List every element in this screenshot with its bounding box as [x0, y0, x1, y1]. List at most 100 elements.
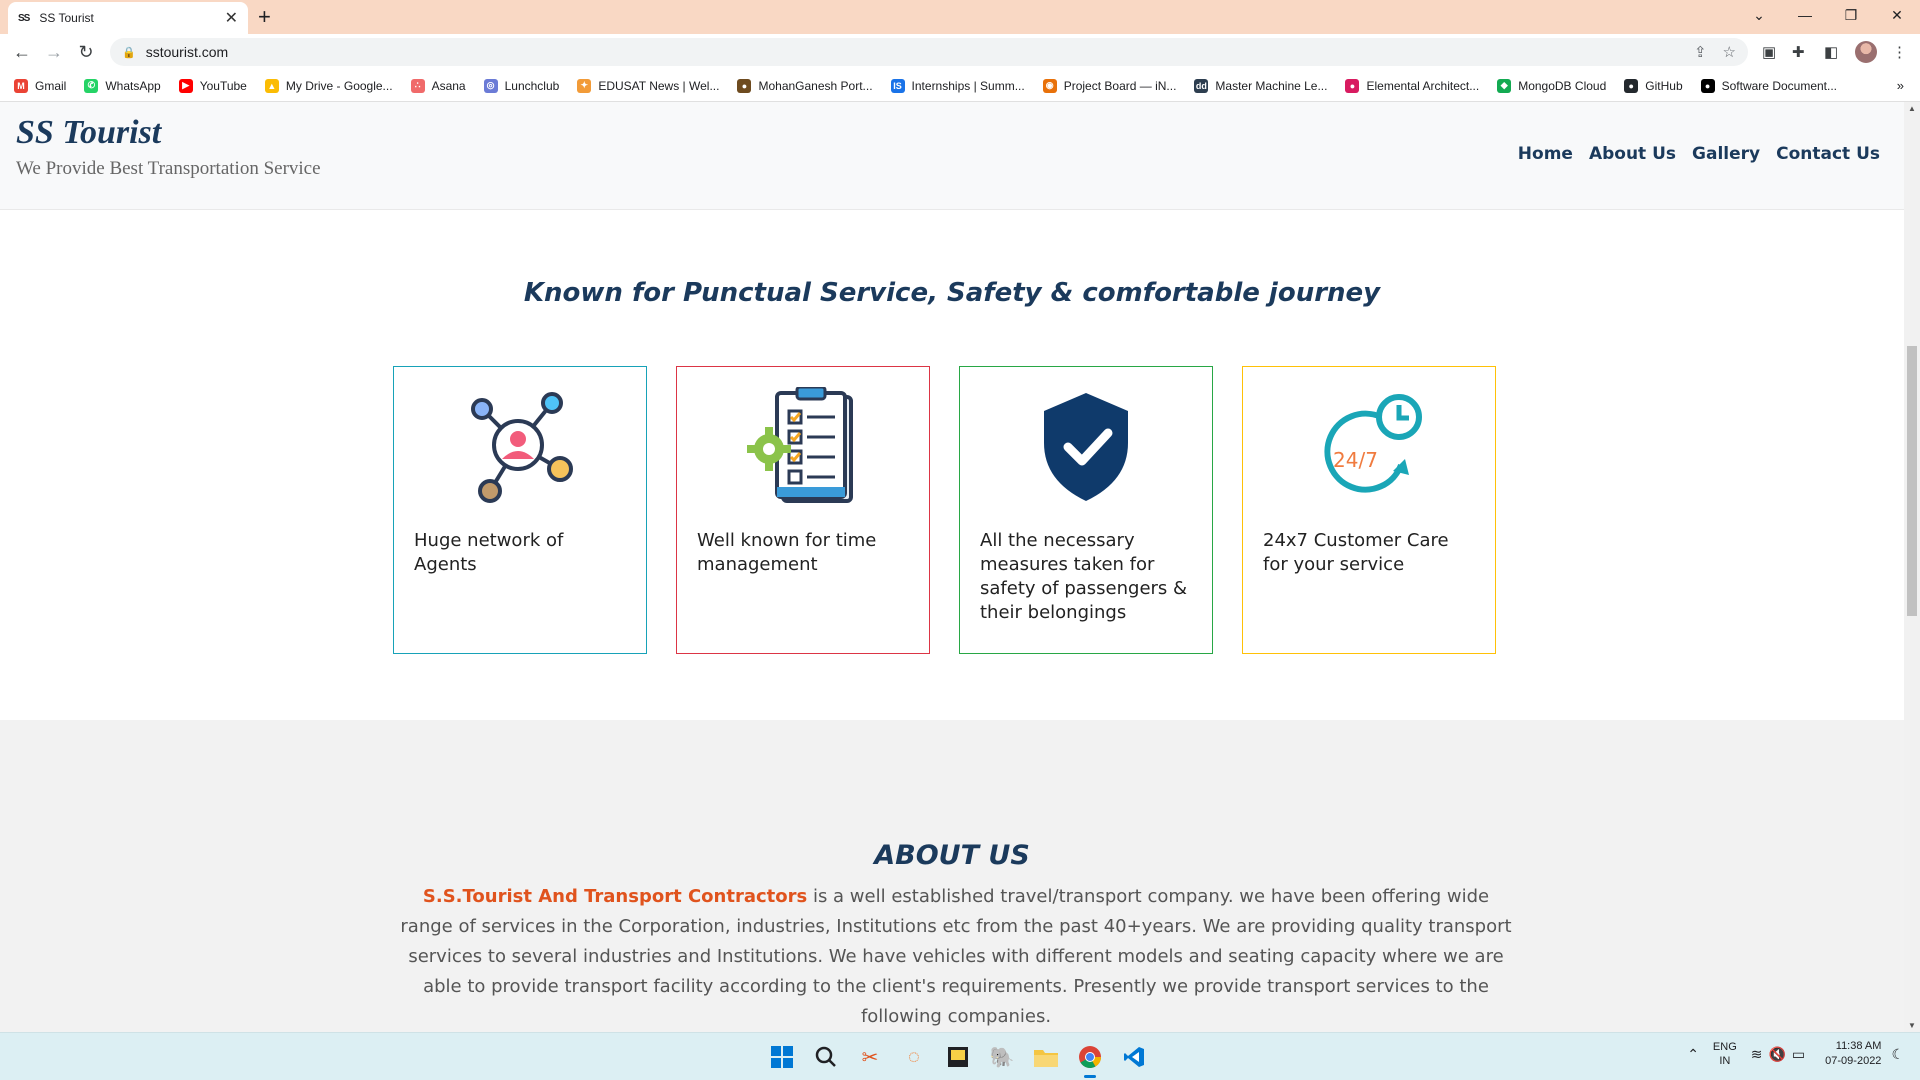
bookmark-favicon-icon: M [14, 78, 28, 93]
tab-search-icon[interactable]: ⌄ [1736, 0, 1782, 30]
bookmark-item[interactable]: ∴ Asana [410, 78, 466, 93]
about-title: ABOUT US [874, 840, 1030, 871]
lock-icon[interactable]: 🔒 [122, 46, 136, 59]
bookmark-label: MohanGanesh Port... [758, 78, 873, 93]
bookmark-item[interactable]: ✆ WhatsApp [84, 78, 161, 93]
menu-kebab-icon[interactable]: ⋮ [1892, 43, 1907, 61]
bookmark-item[interactable]: dd Master Machine Le... [1194, 78, 1327, 93]
share-icon[interactable]: ⇪ [1694, 43, 1707, 61]
network-icon [394, 387, 646, 507]
forward-icon[interactable]: → [42, 39, 66, 65]
back-icon[interactable]: ← [10, 39, 34, 65]
bookmark-star-icon[interactable]: ☆ [1723, 43, 1736, 61]
nav-gallery[interactable]: Gallery [1692, 144, 1760, 164]
windows-taskbar: ✂ ◌ 🐘 ⌃ ENG IN ≋🔇▭ 11:38 AM 07-09-2022 ☾ [0, 1032, 1920, 1080]
bookmark-favicon-icon: ✦ [577, 78, 592, 93]
bookmark-favicon-icon: ◎ [483, 78, 498, 93]
bookmark-label: WhatsApp [105, 78, 161, 93]
bookmark-label: EDUSAT News | Wel... [598, 78, 720, 93]
jupyter-icon[interactable]: ◌ [898, 1041, 930, 1073]
extension-icon[interactable]: ▣ [1762, 43, 1776, 61]
browser-tab[interactable]: SS SS Tourist ✕ [8, 2, 248, 34]
bookmarks-bar: M Gmail ✆ WhatsApp ▶ YouTube ▲ My Drive - Googl… [0, 70, 1920, 102]
features-heading: Known for Punctual Service, Safety & com… [523, 278, 1381, 308]
vscode-icon[interactable] [1118, 1041, 1150, 1073]
bookmark-item[interactable]: ● Elemental Architect... [1345, 78, 1479, 93]
bookmark-favicon-icon: ✆ [84, 78, 99, 93]
nav-home[interactable]: Home [1518, 144, 1573, 164]
bookmark-item[interactable]: ◉ Project Board — iN... [1042, 78, 1176, 93]
about-section: ABOUT US S.S.Tourist And Transport Contr… [0, 720, 1904, 1032]
file-explorer-icon[interactable] [1030, 1041, 1062, 1073]
wifi-volume-battery-icons[interactable]: ≋🔇▭ [1751, 1046, 1811, 1063]
side-panel-icon[interactable]: ◧ [1824, 43, 1838, 61]
new-tab-button[interactable]: + [258, 3, 271, 31]
feature-text: Huge network of Agents [414, 530, 564, 575]
feature-card-safety: All the necessary measures taken for saf… [959, 366, 1213, 654]
bookmark-label: Internships | Summ... [911, 78, 1025, 93]
scroll-up-icon[interactable]: ▲ [1904, 104, 1920, 113]
window-controls: ⌄ — ❐ ✕ [1736, 0, 1920, 30]
svg-text:24/7: 24/7 [1333, 448, 1378, 472]
address-bar[interactable]: 🔒 sstourist.com ⇪ ☆ [110, 38, 1748, 66]
notifications-icon[interactable]: ☾ [1891, 1046, 1904, 1063]
site-nav: Home About Us Gallery Contact Us [1502, 144, 1880, 164]
feature-card-time: Well known for time management [676, 366, 930, 654]
bookmark-favicon-icon: IS [890, 78, 905, 93]
tab-title: SS Tourist [39, 11, 94, 25]
snipping-tool-icon[interactable]: ✂ [854, 1041, 886, 1073]
checklist-gear-icon [677, 387, 929, 507]
minimize-button[interactable]: — [1782, 0, 1828, 30]
clock[interactable]: 11:38 AM 07-09-2022 [1825, 1039, 1881, 1069]
bookmark-item[interactable]: ● Software Document... [1700, 78, 1838, 93]
search-icon[interactable] [810, 1041, 842, 1073]
language-indicator[interactable]: ENG IN [1713, 1040, 1737, 1068]
feature-text: Well known for time management [697, 530, 877, 575]
start-icon[interactable] [766, 1041, 798, 1073]
bookmark-item[interactable]: ● GitHub [1624, 78, 1683, 93]
sticky-notes-icon[interactable] [942, 1041, 974, 1073]
bookmark-favicon-icon: ▶ [178, 78, 193, 93]
bookmarks-overflow-icon[interactable]: » [1897, 78, 1904, 93]
feature-cards: Huge network of Agents Well known for ti… [393, 366, 1496, 654]
reload-icon[interactable]: ↻ [74, 39, 98, 65]
tab-close-icon[interactable]: ✕ [225, 8, 238, 28]
page-scrollbar[interactable]: ▲ ▼ [1904, 102, 1920, 1032]
bookmark-label: Gmail [35, 78, 67, 93]
about-body: is a well established travel/transport c… [400, 886, 1512, 1027]
nav-contact-us[interactable]: Contact Us [1776, 144, 1880, 164]
bookmark-item[interactable]: ▲ My Drive - Google... [264, 78, 393, 93]
profile-avatar[interactable] [1855, 41, 1877, 63]
extensions-puzzle-icon[interactable]: ✚ [1792, 43, 1805, 61]
close-window-button[interactable]: ✕ [1874, 0, 1920, 30]
restore-button[interactable]: ❐ [1828, 0, 1874, 30]
tab-favicon-icon: SS [18, 12, 30, 24]
scroll-thumb[interactable] [1907, 346, 1917, 616]
bookmark-label: GitHub [1645, 78, 1683, 93]
bookmark-item[interactable]: ◆ MongoDB Cloud [1497, 78, 1606, 93]
tray-overflow-icon[interactable]: ⌃ [1687, 1046, 1699, 1063]
bookmark-item[interactable]: ● MohanGanesh Port... [737, 78, 873, 93]
region-code: IN [1719, 1055, 1731, 1067]
clock-date: 07-09-2022 [1825, 1055, 1882, 1067]
nav-about-us[interactable]: About Us [1589, 144, 1676, 164]
bookmark-item[interactable]: M Gmail [14, 78, 67, 93]
bookmark-favicon-icon: ▲ [264, 78, 279, 93]
about-company-name: S.S.Tourist And Transport Contractors [422, 886, 808, 907]
clock-24-7-icon: 24/7 [1243, 387, 1495, 507]
bookmark-label: Software Document... [1721, 78, 1838, 93]
feature-card-customer-care: 24/7 24x7 Customer Care for your service [1242, 366, 1496, 654]
bookmark-favicon-icon: ● [1700, 78, 1715, 93]
bookmark-item[interactable]: ◎ Lunchclub [483, 78, 560, 93]
bookmark-item[interactable]: ✦ EDUSAT News | Wel... [577, 78, 720, 93]
bookmark-label: Lunchclub [504, 78, 560, 93]
bookmark-item[interactable]: ▶ YouTube [178, 78, 247, 93]
postgres-icon[interactable]: 🐘 [986, 1041, 1018, 1073]
scroll-down-icon[interactable]: ▼ [1904, 1021, 1920, 1030]
chrome-icon[interactable] [1074, 1041, 1106, 1078]
bookmark-favicon-icon: ◆ [1497, 78, 1512, 93]
site-brand[interactable]: SS Tourist [16, 114, 161, 152]
bookmark-item[interactable]: IS Internships | Summ... [890, 78, 1025, 93]
url-text[interactable]: sstourist.com [146, 44, 1678, 60]
feature-text: All the necessary measures taken for saf… [980, 530, 1188, 623]
